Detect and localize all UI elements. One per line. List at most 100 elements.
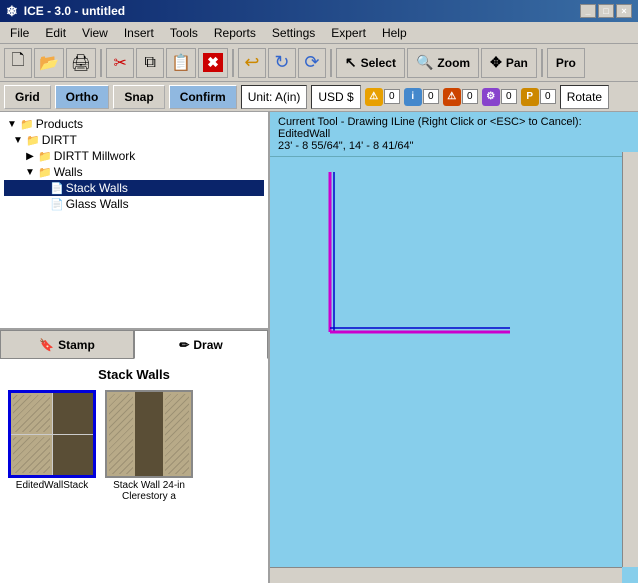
wall-col-right <box>163 392 191 476</box>
scroll-vertical[interactable] <box>622 152 638 567</box>
tree-label-products: Products <box>36 117 83 131</box>
sep2 <box>232 49 234 77</box>
cursor-icon: ↖ <box>345 54 357 71</box>
expand-walls: ▼ <box>24 167 36 178</box>
product-card-edited-wall-stack[interactable]: EditedWallStack <box>8 390 96 502</box>
warning-icon: ⚠ <box>365 88 383 106</box>
confirm-button[interactable]: Confirm <box>169 85 237 109</box>
copy-icon: ⧉ <box>145 54 156 72</box>
badge-warning-count: 0 <box>384 89 400 104</box>
select-label: Select <box>361 56 396 70</box>
product-name-edited: EditedWallStack <box>16 480 88 491</box>
expand-glass <box>36 199 48 210</box>
tab-draw[interactable]: ✏ Draw <box>134 330 268 359</box>
folder-icon: 📁 <box>20 118 34 131</box>
menu-tools[interactable]: Tools <box>164 24 204 42</box>
info-icon: i <box>404 88 422 106</box>
pro-button[interactable]: Pro <box>547 48 585 78</box>
delete-icon: ✖ <box>203 53 223 72</box>
badge-info: i 0 <box>404 88 439 106</box>
category-title: Stack Walls <box>98 367 170 382</box>
menu-expert[interactable]: Expert <box>325 24 372 42</box>
menu-file[interactable]: File <box>4 24 35 42</box>
title-bar: ❄ ICE - 3.0 - untitled _ □ × <box>0 0 638 22</box>
expand-products: ▼ <box>6 119 18 130</box>
tree-item-stack-walls[interactable]: 📄 Stack Walls <box>4 180 264 196</box>
menu-insert[interactable]: Insert <box>118 24 160 42</box>
tree-item-dirtt[interactable]: ▼ 📁 DIRTT <box>4 132 264 148</box>
product-area: Stack Walls EditedWallStack <box>0 359 268 583</box>
tab-stamp[interactable]: 🔖 Stamp <box>0 330 134 359</box>
pro-label: Pro <box>556 56 576 70</box>
wall-cell-br <box>53 435 94 476</box>
unit-display: Unit: A(in) <box>241 85 308 109</box>
minimize-button[interactable]: _ <box>580 4 596 18</box>
badge-pro: P 0 <box>521 88 556 106</box>
new-button[interactable]: 🗋 <box>4 48 32 78</box>
copy-button[interactable]: ⧉ <box>136 48 164 78</box>
open-button[interactable]: 📂 <box>34 48 64 78</box>
undo-icon: ↩ <box>244 52 259 73</box>
zoom-button[interactable]: 🔍 Zoom <box>407 48 479 78</box>
cut-icon: ✂ <box>114 53 127 73</box>
file-stack-icon: 📄 <box>50 182 64 195</box>
wall-cell-tr <box>53 393 94 434</box>
app-title: ICE - 3.0 - untitled <box>24 4 125 18</box>
pan-button[interactable]: ✥ Pan <box>481 48 537 78</box>
error-icon: ⚠ <box>443 88 461 106</box>
menu-view[interactable]: View <box>76 24 114 42</box>
folder-millwork-icon: 📁 <box>38 150 52 163</box>
grid-button[interactable]: Grid <box>4 85 51 109</box>
badge-info-count: 0 <box>423 89 439 104</box>
tree-item-millwork[interactable]: ▶ 📁 DIRTT Millwork <box>4 148 264 164</box>
folder-dirtt-icon: 📁 <box>26 134 40 147</box>
ortho-button[interactable]: Ortho <box>55 85 110 109</box>
tree-label-glass-walls: Glass Walls <box>66 197 129 211</box>
maximize-button[interactable]: □ <box>598 4 614 18</box>
folder-walls-icon: 📁 <box>38 166 52 179</box>
zoom-icon: 🔍 <box>416 54 433 71</box>
badge-warning: ⚠ 0 <box>365 88 400 106</box>
paste-button[interactable]: 📋 <box>166 48 196 78</box>
window-controls: _ □ × <box>580 4 632 18</box>
action-bar: Grid Ortho Snap Confirm Unit: A(in) USD … <box>0 82 638 112</box>
menu-settings[interactable]: Settings <box>266 24 321 42</box>
expand-dirtt: ▼ <box>12 135 24 146</box>
product-card-stack-wall-24[interactable]: Stack Wall 24-in Clerestory a <box>104 390 194 502</box>
current-tool-text: Current Tool - Drawing ILine (Right Clic… <box>278 116 630 140</box>
menu-reports[interactable]: Reports <box>208 24 262 42</box>
redo-button[interactable]: ↻ <box>268 48 296 78</box>
select-button[interactable]: ↖ Select <box>336 48 405 78</box>
zoom-label: Zoom <box>437 56 470 70</box>
menu-edit[interactable]: Edit <box>39 24 72 42</box>
tab-draw-label: Draw <box>193 338 222 352</box>
close-button[interactable]: × <box>616 4 632 18</box>
drawing-svg <box>270 152 638 583</box>
menu-help[interactable]: Help <box>376 24 413 42</box>
delete-button[interactable]: ✖ <box>198 48 228 78</box>
product-name-24: Stack Wall 24-in Clerestory a <box>104 480 194 502</box>
canvas-drawing <box>270 152 638 583</box>
print-button[interactable]: 🖨 <box>66 48 96 78</box>
tree-item-products[interactable]: ▼ 📁 Products <box>4 116 264 132</box>
cut-button[interactable]: ✂ <box>106 48 134 78</box>
redo-icon: ↻ <box>274 52 289 73</box>
tree-item-glass-walls[interactable]: 📄 Glass Walls <box>4 196 264 212</box>
rotate-display: Rotate <box>560 85 609 109</box>
badge-gear: ⚙ 0 <box>482 88 517 106</box>
product-grid: EditedWallStack Stack Wall 24-in Clerest… <box>8 390 260 502</box>
tree-view: ▼ 📁 Products ▼ 📁 DIRTT ▶ 📁 DIRTT Millwor… <box>0 112 268 329</box>
paste-icon: 📋 <box>171 53 191 73</box>
undo-button[interactable]: ↩ <box>238 48 266 78</box>
open-icon: 📂 <box>39 53 59 73</box>
pan-icon: ✥ <box>490 54 502 71</box>
print-icon: 🖨 <box>71 53 91 73</box>
draw-icon: ✏ <box>179 338 189 352</box>
snap-button[interactable]: Snap <box>113 85 164 109</box>
tree-item-walls[interactable]: ▼ 📁 Walls <box>4 164 264 180</box>
file-glass-icon: 📄 <box>50 198 64 211</box>
product-thumb-24 <box>105 390 193 478</box>
badge-error-count: 0 <box>462 89 478 104</box>
refresh-button[interactable]: ⟳ <box>298 48 326 78</box>
scroll-horizontal[interactable] <box>270 567 622 583</box>
